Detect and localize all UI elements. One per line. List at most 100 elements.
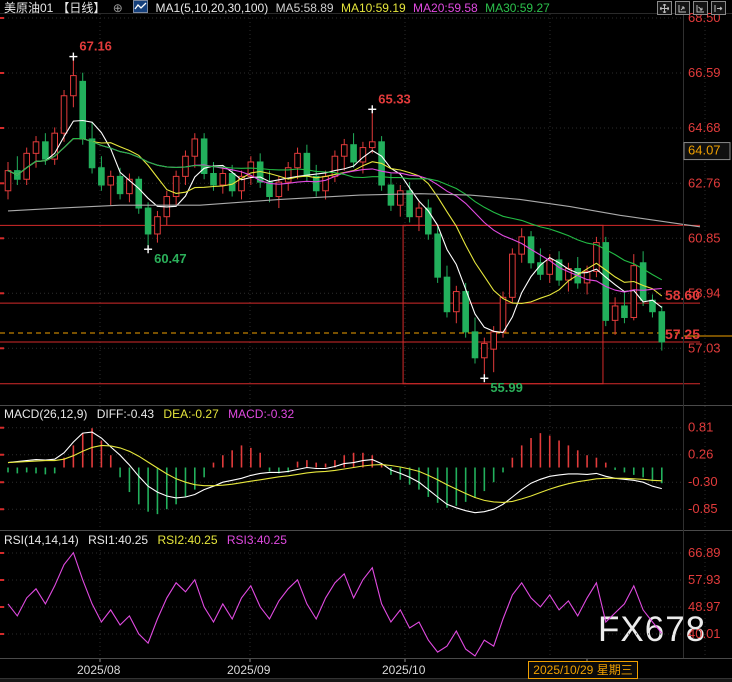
candle (239, 171, 245, 200)
candle (463, 283, 469, 338)
candle (519, 228, 525, 263)
boxed-price-text: 64.07 (688, 143, 721, 158)
candle (622, 292, 628, 324)
candle (267, 171, 273, 203)
pan-crosshair-icon[interactable] (657, 1, 672, 15)
y-axis-label: 57.93 (688, 572, 721, 587)
candle (155, 211, 161, 243)
candle (351, 133, 357, 168)
shift-right-icon[interactable] (711, 1, 726, 15)
y-axis-label: 66.89 (688, 545, 721, 560)
panel-separators (0, 14, 732, 663)
candle (257, 153, 263, 188)
instrument-title: 美原油01 (4, 1, 53, 15)
axis-zoom-right-icon[interactable] (693, 1, 708, 15)
candle (183, 150, 189, 185)
rsi1-value: RSI1:40.25 (88, 533, 148, 547)
candle (173, 171, 179, 206)
candle (52, 127, 58, 164)
candle (416, 202, 422, 231)
candle (472, 317, 478, 363)
candle (108, 171, 114, 206)
ma10-value: MA10:59.19 (341, 1, 406, 15)
ma5-value: MA5:58.89 (276, 1, 334, 15)
chart-canvas[interactable]: 67.1665.3360.4755.9958.6057.2568.5066.59… (0, 0, 732, 682)
candle (482, 338, 488, 379)
candle (71, 57, 77, 108)
grid (0, 14, 705, 658)
candle (650, 294, 656, 317)
candle (510, 248, 516, 303)
chart-toolbar (657, 1, 726, 15)
y-axis-label: 64.68 (688, 120, 721, 135)
candle (397, 185, 403, 217)
candle (145, 202, 151, 249)
candlestick-series (5, 57, 664, 379)
candle (192, 133, 198, 168)
period-tag: 【日线】 (57, 1, 105, 15)
y-axis-label: 48.97 (688, 599, 721, 614)
month-label-oct: 2025/10 (382, 663, 425, 677)
candle (80, 73, 86, 145)
axis-zoom-left-icon[interactable] (675, 1, 690, 15)
candle (136, 176, 142, 213)
candle (388, 173, 394, 210)
rsi-name[interactable]: RSI(14,14,14) (4, 533, 79, 547)
candle (99, 156, 105, 191)
ma100-line (8, 194, 700, 227)
candle (491, 326, 497, 372)
current-date-label: 2025/10/29 星期三 (528, 661, 638, 679)
extreme-label: 67.16 (79, 39, 112, 54)
y-axis-label: 40.01 (688, 626, 721, 641)
candle (295, 148, 301, 180)
candle (127, 173, 133, 202)
candle (220, 168, 226, 194)
macd-macd-value: MACD:-0.32 (228, 407, 294, 421)
y-axis-label: -0.85 (688, 501, 718, 516)
candle (201, 133, 207, 179)
macd-histogram (8, 428, 662, 514)
candle (248, 156, 254, 185)
extreme-marker (368, 105, 376, 113)
month-label-aug: 2025/08 (77, 663, 120, 677)
candle (285, 162, 291, 191)
rsi-line (8, 553, 662, 656)
y-axis-label: 0.26 (688, 447, 713, 462)
extreme-label: 55.99 (490, 380, 523, 395)
candle (444, 266, 450, 318)
candle (15, 156, 21, 185)
trading-app-window: 美原油01 【日线】 ⊕ MA1(5,10,20,30,100) MA5:58.8… (0, 0, 732, 682)
y-axis-label: 62.76 (688, 175, 721, 190)
candle (341, 139, 347, 171)
candle (659, 306, 665, 351)
y-axis-label: 60.85 (688, 230, 721, 245)
rsi2-value: RSI2:40.25 (157, 533, 217, 547)
candle (369, 109, 375, 153)
candle (313, 165, 319, 197)
indicator-label[interactable]: MA1(5,10,20,30,100) (155, 1, 268, 15)
candle (164, 191, 170, 226)
macd-diff-value: DIFF:-0.43 (97, 407, 154, 421)
extreme-marker (144, 245, 152, 253)
candle (454, 286, 460, 323)
candle (435, 225, 441, 283)
extreme-label: 60.47 (154, 251, 187, 266)
extreme-label: 65.33 (378, 91, 411, 106)
rsi-header: RSI(14,14,14) RSI1:40.25 RSI2:40.25 RSI3… (4, 533, 293, 547)
macd-dea-value: DEA:-0.27 (163, 407, 218, 421)
chart-style-icon[interactable] (133, 0, 148, 13)
ma30-value: MA30:59.27 (485, 1, 550, 15)
macd-header: MACD(26,12,9) DIFF:-0.43 DEA:-0.27 MACD:… (4, 407, 300, 421)
y-axis-label: 58.94 (688, 285, 721, 300)
macd-name[interactable]: MACD(26,12,9) (4, 407, 87, 421)
month-label-sep: 2025/09 (227, 663, 270, 677)
circle-plus-icon[interactable]: ⊕ (113, 1, 123, 15)
y-axis-label: 0.81 (688, 420, 713, 435)
candle (426, 199, 432, 239)
candle (89, 122, 95, 174)
y-axis-label: 66.59 (688, 65, 721, 80)
candle (566, 263, 572, 292)
y-axis-label: -0.30 (688, 474, 718, 489)
candle (276, 176, 282, 208)
rsi3-value: RSI3:40.25 (227, 533, 287, 547)
